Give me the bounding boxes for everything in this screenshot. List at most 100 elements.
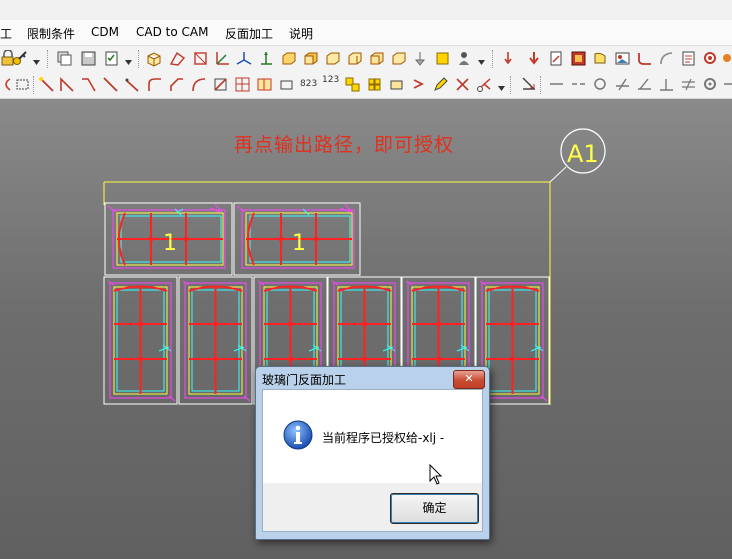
ok-button[interactable]: 确定 (390, 493, 479, 524)
door-node (138, 356, 143, 362)
box-front-icon[interactable] (280, 50, 297, 67)
toolbar-bottom: 823 123 (0, 72, 732, 99)
grid-tool-icon[interactable] (234, 76, 251, 93)
box-iso-icon[interactable] (346, 50, 363, 67)
scissors-icon[interactable] (476, 76, 493, 93)
menu-item-cad-to-cam[interactable]: CAD to CAM (136, 25, 208, 39)
door-annotation (456, 344, 470, 352)
person-icon[interactable] (456, 50, 473, 67)
toolbar-separator (510, 76, 513, 94)
door-annotation (308, 344, 322, 352)
checklist-icon[interactable] (104, 50, 121, 67)
close-icon: ✕ (464, 372, 474, 385)
menu-item-constraints[interactable]: 限制条件 (27, 25, 75, 42)
window-top-strip (0, 0, 732, 20)
panel-number-label: 1 (163, 231, 177, 256)
fillet-icon[interactable] (190, 76, 207, 93)
corner-tool-icon[interactable] (168, 76, 185, 93)
toolbar-separator (138, 50, 141, 68)
menu-item-help[interactable]: 说明 (289, 25, 313, 42)
key-icon[interactable] (12, 50, 29, 67)
door-node (213, 356, 218, 362)
axis-xyz-icon[interactable] (236, 50, 253, 67)
box-side-icon[interactable] (324, 50, 341, 67)
doc-flip-icon[interactable] (548, 50, 565, 67)
edit-icon[interactable] (432, 76, 449, 93)
line-diagonal2-icon[interactable] (124, 76, 141, 93)
line-gap-icon[interactable] (570, 76, 587, 93)
arc-tool-icon[interactable] (146, 76, 163, 93)
info-icon (283, 420, 313, 450)
parallel-icon[interactable] (680, 76, 697, 93)
settings-icon[interactable] (702, 50, 719, 67)
toolbar-top (0, 46, 732, 73)
box-bottom-icon[interactable] (390, 50, 407, 67)
dropdown-arrow-icon[interactable] (498, 86, 505, 91)
door-annotation (530, 344, 544, 352)
group-icon[interactable] (344, 76, 361, 93)
perspective-icon[interactable] (169, 50, 186, 67)
perpendicular-icon[interactable] (658, 76, 675, 93)
down-arrow-icon[interactable] (526, 50, 543, 67)
drawing-tag: A1 (567, 140, 599, 168)
cube-icon[interactable] (145, 50, 162, 67)
more-icon[interactable] (722, 76, 732, 93)
number-sequence-label-2[interactable]: 123 (322, 75, 339, 85)
marker-icon[interactable] (502, 50, 519, 67)
line-diagonal-icon[interactable] (102, 76, 119, 93)
dialog-message: 当前程序已授权给-xlj - (322, 431, 445, 445)
circle-tool-icon[interactable] (592, 76, 609, 93)
cross-tool-icon[interactable] (454, 76, 471, 93)
note-icon[interactable] (680, 50, 697, 67)
dropdown-arrow-icon[interactable] (33, 60, 40, 65)
door-node (362, 356, 367, 362)
box-view-icon[interactable] (192, 50, 209, 67)
pin-icon[interactable] (412, 50, 429, 67)
toolbar-separator (47, 50, 50, 68)
red-frame-icon[interactable] (570, 50, 587, 67)
gear-icon[interactable] (702, 76, 719, 93)
menu-item-cdm[interactable]: CDM (91, 25, 119, 39)
line-angle-icon[interactable] (58, 76, 75, 93)
split-tool-icon[interactable] (256, 76, 273, 93)
dialog-close-button[interactable]: ✕ (453, 370, 485, 389)
more-icon[interactable] (722, 50, 732, 67)
chevron-icon[interactable] (410, 76, 427, 93)
triangle-square-icon[interactable] (212, 76, 229, 93)
line-slash-icon[interactable] (614, 76, 631, 93)
dropdown-arrow-icon[interactable] (125, 60, 132, 65)
rect-small-icon[interactable] (388, 76, 405, 93)
toolbar-separator (33, 76, 36, 94)
yellow-square-icon[interactable] (434, 50, 451, 67)
box-dash-icon[interactable] (14, 76, 31, 93)
door-node (288, 321, 293, 327)
door-node (138, 321, 143, 327)
save-icon[interactable] (80, 50, 97, 67)
door-node (510, 321, 515, 327)
door-node (436, 321, 441, 327)
stack-icon[interactable] (56, 50, 73, 67)
line-bent-icon[interactable] (80, 76, 97, 93)
pointer-tool-icon[interactable] (520, 76, 537, 93)
axis-z-icon[interactable] (258, 50, 275, 67)
menu-item-process[interactable]: 工 (0, 25, 12, 42)
door-node (510, 356, 515, 362)
image-icon[interactable] (614, 50, 631, 67)
route-icon[interactable] (658, 50, 675, 67)
angle-tool-icon[interactable] (636, 76, 653, 93)
axis-xy-icon[interactable] (214, 50, 231, 67)
box-top-icon[interactable] (302, 50, 319, 67)
menu-item-reverse-machining[interactable]: 反面加工 (225, 25, 273, 42)
curve-icon[interactable] (636, 50, 653, 67)
door-annotation (233, 344, 247, 352)
door-node (288, 356, 293, 362)
line-dash-icon[interactable] (548, 76, 565, 93)
number-sequence-label[interactable]: 823 (300, 79, 317, 89)
shape-icon[interactable] (592, 50, 609, 67)
line-tool-icon[interactable] (38, 76, 55, 93)
menu-bar: 工 限制条件 CDM CAD to CAM 反面加工 说明 (0, 20, 732, 46)
dropdown-arrow-icon[interactable] (478, 60, 485, 65)
group-small-icon[interactable] (366, 76, 383, 93)
rect-tool-icon[interactable] (278, 76, 295, 93)
box-back-icon[interactable] (368, 50, 385, 67)
